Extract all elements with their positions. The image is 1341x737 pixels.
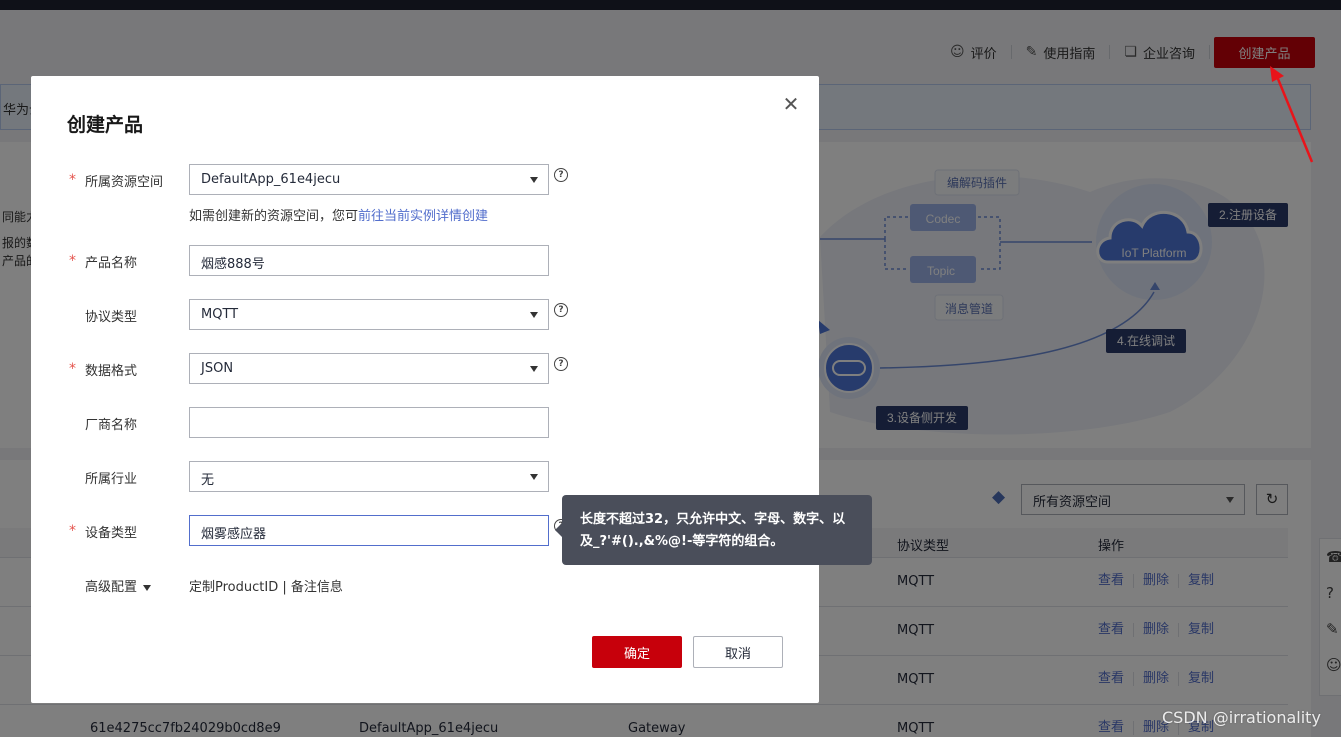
vendor-label: 厂商名称 — [85, 418, 138, 433]
close-icon[interactable]: ✕ — [781, 94, 801, 114]
field-vendor: 厂商名称 — [31, 407, 819, 439]
chevron-down-icon — [530, 312, 538, 318]
field-data-format: * 数据格式 JSON ? — [31, 353, 819, 385]
tooltip-line-1: 长度不超过32，只允许中文、字母、数字、以 — [580, 512, 846, 527]
product-name-label: 产品名称 — [85, 256, 138, 271]
protocol-label: 协议类型 — [85, 310, 138, 325]
device-type-input[interactable]: 烟雾感应器 — [189, 515, 549, 546]
help-icon[interactable]: ? — [554, 357, 568, 371]
product-name-input[interactable]: 烟感888号 — [189, 245, 549, 276]
advanced-config-summary: 定制ProductID | 备注信息 — [189, 580, 343, 595]
create-product-dialog: 创建产品 ✕ * 所属资源空间 DefaultApp_61e4jecu ? 如需… — [31, 76, 819, 703]
field-protocol: 协议类型 MQTT ? — [31, 299, 819, 331]
hint-text: 如需创建新的资源空间，您可 — [189, 209, 359, 224]
annotation-arrow — [1270, 66, 1314, 163]
advanced-config-toggle[interactable]: 高级配置 — [85, 576, 152, 595]
device-type-label: 设备类型 — [85, 526, 138, 541]
workspace-hint: 如需创建新的资源空间，您可前往当前实例详情创建 — [189, 205, 488, 224]
caret-down-icon — [143, 584, 152, 591]
protocol-value: MQTT — [201, 307, 239, 322]
vendor-input[interactable] — [189, 407, 549, 438]
data-format-label: 数据格式 — [85, 364, 138, 379]
device-type-tooltip: 长度不超过32，只允许中文、字母、数字、以 及_?'#().,&%@!-等字符的… — [555, 495, 872, 565]
protocol-select[interactable]: MQTT — [189, 299, 549, 330]
advanced-config-row: 高级配置 定制ProductID | 备注信息 — [31, 576, 819, 598]
industry-select[interactable]: 无 — [189, 461, 549, 492]
field-product-name: * 产品名称 烟感888号 — [31, 245, 819, 277]
industry-label: 所属行业 — [85, 472, 138, 487]
required-mark: * — [69, 172, 76, 188]
required-mark: * — [69, 361, 76, 377]
workspace-label: 所属资源空间 — [85, 175, 164, 190]
help-icon[interactable]: ? — [554, 168, 568, 182]
field-industry: 所属行业 无 — [31, 461, 819, 493]
data-format-value: JSON — [201, 361, 234, 376]
industry-value: 无 — [201, 473, 215, 488]
hint-link[interactable]: 前往当前实例详情创建 — [358, 209, 488, 224]
chevron-down-icon — [530, 366, 538, 372]
help-icon[interactable]: ? — [554, 303, 568, 317]
data-format-select[interactable]: JSON — [189, 353, 549, 384]
advanced-config-label: 高级配置 — [85, 580, 138, 595]
required-mark: * — [69, 253, 76, 269]
field-workspace: * 所属资源空间 DefaultApp_61e4jecu ? — [31, 164, 819, 196]
workspace-select[interactable]: DefaultApp_61e4jecu — [189, 164, 549, 195]
workspace-value: DefaultApp_61e4jecu — [201, 172, 341, 187]
chevron-down-icon — [530, 474, 538, 480]
confirm-button[interactable]: 确定 — [592, 636, 682, 668]
dialog-title: 创建产品 — [67, 114, 144, 136]
watermark: CSDN @irrationality — [1162, 708, 1321, 727]
tooltip-line-2: 及_?'#().,&%@!-等字符的组合。 — [580, 534, 784, 549]
required-mark: * — [69, 523, 76, 539]
chevron-down-icon — [530, 177, 538, 183]
cancel-button[interactable]: 取消 — [693, 636, 783, 668]
